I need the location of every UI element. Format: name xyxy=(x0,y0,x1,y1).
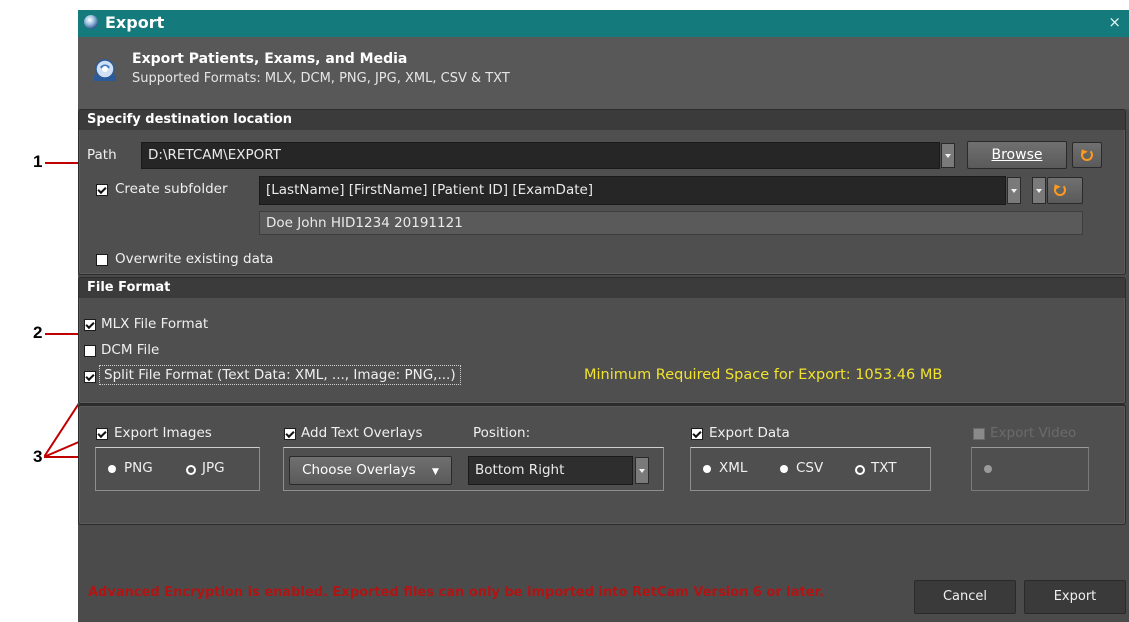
app-globe-icon xyxy=(84,15,98,29)
xml-label: XML xyxy=(719,460,748,476)
annotation-1: 1 xyxy=(33,152,43,171)
header-title: Export Patients, Exams, and Media xyxy=(132,51,408,67)
split-format-label: Split File Format (Text Data: XML, ..., … xyxy=(99,365,461,385)
mlx-label: MLX File Format xyxy=(101,316,209,332)
path-label: Path xyxy=(87,147,117,163)
export-globe-icon xyxy=(94,59,116,81)
dcm-checkbox[interactable] xyxy=(84,345,96,357)
export-dialog: Export × Export Patients, Exams, and Med… xyxy=(78,10,1129,622)
split-options-panel: Export Images PNG JPG Add Text Overlays … xyxy=(78,404,1126,525)
subfolder-pattern-input[interactable]: [LastName] [FirstName] [Patient ID] [Exa… xyxy=(259,176,1006,205)
image-format-group: PNG JPG xyxy=(95,447,260,491)
export-images-checkbox[interactable] xyxy=(96,428,108,440)
subfolder-token-dropdown[interactable] xyxy=(1032,177,1046,204)
export-images-label: Export Images xyxy=(114,425,212,441)
txt-label: TXT xyxy=(871,460,897,476)
dialog-header: Export Patients, Exams, and Media Suppor… xyxy=(78,37,1129,109)
create-subfolder-label: Create subfolder xyxy=(115,181,228,197)
jpg-radio[interactable] xyxy=(186,465,196,475)
export-data-checkbox[interactable] xyxy=(691,428,703,440)
export-label: Export xyxy=(1053,589,1097,604)
encryption-warning: Advanced Encryption is enabled. Exported… xyxy=(88,585,825,600)
add-overlays-checkbox[interactable] xyxy=(284,428,296,440)
choose-overlays-label: Choose Overlays xyxy=(302,462,416,478)
file-format-section-title: File Format xyxy=(79,278,1125,298)
file-format-panel: File Format MLX File Format DCM File Spl… xyxy=(78,277,1126,404)
chevron-down-icon: ▼ xyxy=(432,467,439,477)
reset-subfolder-icon xyxy=(1054,184,1066,196)
header-subtitle: Supported Formats: MLX, DCM, PNG, JPG, X… xyxy=(132,71,510,86)
export-video-label: Export Video xyxy=(990,425,1077,441)
csv-radio[interactable] xyxy=(780,465,788,473)
cancel-button[interactable]: Cancel xyxy=(914,580,1016,614)
split-format-checkbox[interactable] xyxy=(84,371,96,383)
data-format-group: XML CSV TXT xyxy=(690,447,931,491)
txt-radio[interactable] xyxy=(855,465,865,475)
annotation-2: 2 xyxy=(33,323,43,342)
video-format-radio[interactable] xyxy=(984,465,992,473)
export-data-label: Export Data xyxy=(709,425,790,441)
annotation-3: 3 xyxy=(33,447,43,466)
reset-subfolder-button[interactable] xyxy=(1047,177,1083,204)
export-video-checkbox[interactable] xyxy=(973,428,985,440)
export-button[interactable]: Export xyxy=(1024,580,1126,614)
window-title: Export xyxy=(105,13,165,32)
add-overlays-label: Add Text Overlays xyxy=(301,425,423,441)
path-input[interactable]: D:\RETCAM\EXPORT xyxy=(141,142,940,169)
subfolder-preview: Doe John HID1234 20191121 xyxy=(259,211,1083,235)
csv-label: CSV xyxy=(796,460,824,476)
close-icon[interactable]: × xyxy=(1108,13,1121,31)
cancel-label: Cancel xyxy=(942,589,988,604)
video-format-group xyxy=(971,447,1089,491)
overwrite-label: Overwrite existing data xyxy=(115,251,274,267)
jpg-label: JPG xyxy=(202,460,225,476)
title-bar[interactable]: Export × xyxy=(78,10,1129,37)
reset-icon xyxy=(1081,149,1093,161)
reset-path-button[interactable] xyxy=(1072,142,1102,168)
path-dropdown-button[interactable] xyxy=(941,143,955,168)
browse-label: Browse xyxy=(991,147,1043,163)
choose-overlays-button[interactable]: Choose Overlays ▼ xyxy=(289,456,452,485)
create-subfolder-checkbox[interactable] xyxy=(96,184,108,196)
destination-section-title: Specify destination location xyxy=(79,110,1125,130)
overwrite-checkbox[interactable] xyxy=(96,254,108,266)
subfolder-pattern-dropdown[interactable] xyxy=(1007,177,1021,204)
browse-button[interactable]: Browse xyxy=(967,141,1067,169)
xml-radio[interactable] xyxy=(703,465,711,473)
position-label: Position: xyxy=(473,425,531,441)
destination-panel: Specify destination location Path D:\RET… xyxy=(78,109,1126,275)
position-dropdown-button[interactable] xyxy=(635,457,649,484)
png-label: PNG xyxy=(124,460,153,476)
png-radio[interactable] xyxy=(108,465,116,473)
dcm-label: DCM File xyxy=(101,342,160,358)
overlay-group: Choose Overlays ▼ Bottom Right xyxy=(283,447,664,491)
mlx-checkbox[interactable] xyxy=(84,319,96,331)
required-space-text: Minimum Required Space for Export: 1053.… xyxy=(584,367,943,383)
position-select[interactable]: Bottom Right xyxy=(468,456,633,485)
